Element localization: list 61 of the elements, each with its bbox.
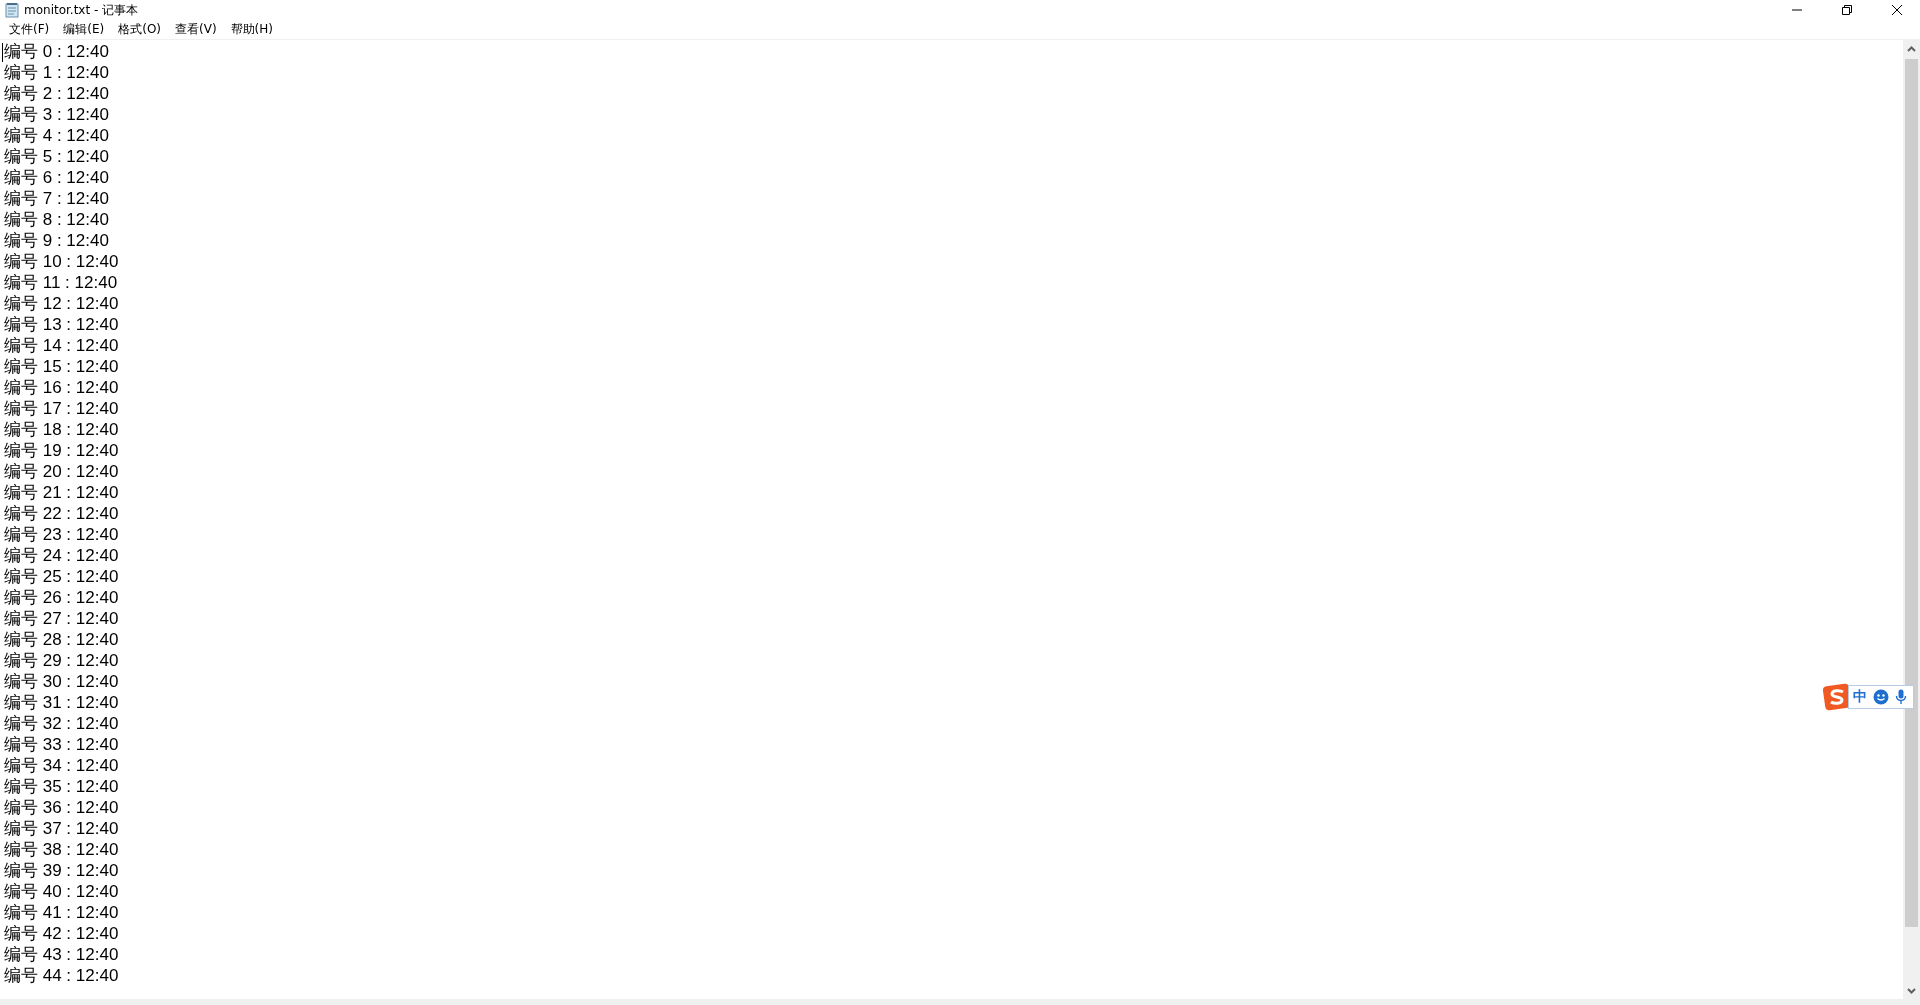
text-line: 编号 0 : 12:40 xyxy=(4,41,109,62)
text-line: 编号 27 : 12:40 xyxy=(4,608,119,629)
text-line: 编号 1 : 12:40 xyxy=(4,62,109,83)
text-line: 编号 31 : 12:40 xyxy=(4,692,119,713)
menu-item[interactable]: 查看(V) xyxy=(168,20,224,39)
text-line: 编号 8 : 12:40 xyxy=(4,209,109,230)
text-line: 编号 37 : 12:40 xyxy=(4,818,119,839)
text-line: 编号 35 : 12:40 xyxy=(4,776,119,797)
text-line: 编号 29 : 12:40 xyxy=(4,650,119,671)
text-line: 编号 22 : 12:40 xyxy=(4,503,119,524)
text-line: 编号 16 : 12:40 xyxy=(4,377,119,398)
text-line: 编号 19 : 12:40 xyxy=(4,440,119,461)
text-line: 编号 18 : 12:40 xyxy=(4,419,119,440)
text-line: 编号 21 : 12:40 xyxy=(4,482,119,503)
menu-item[interactable]: 帮助(H) xyxy=(223,20,280,39)
chevron-down-icon xyxy=(1907,987,1916,994)
text-line: 编号 13 : 12:40 xyxy=(4,314,119,335)
text-line: 编号 30 : 12:40 xyxy=(4,671,119,692)
text-line: 编号 40 : 12:40 xyxy=(4,881,119,902)
chevron-up-icon xyxy=(1907,45,1916,52)
close-icon xyxy=(1892,5,1902,15)
text-line: 编号 25 : 12:40 xyxy=(4,566,119,587)
menu-item[interactable]: 格式(O) xyxy=(111,20,169,39)
text-line: 编号 38 : 12:40 xyxy=(4,839,119,860)
text-line: 编号 32 : 12:40 xyxy=(4,713,119,734)
text-line: 编号 7 : 12:40 xyxy=(4,188,109,209)
menu-item[interactable]: 文件(F) xyxy=(2,20,57,39)
text-line: 编号 20 : 12:40 xyxy=(4,461,119,482)
text-line: 编号 23 : 12:40 xyxy=(4,524,119,545)
input-mode-toggle[interactable]: 中 xyxy=(1853,688,1867,706)
text-line: 编号 44 : 12:40 xyxy=(4,965,119,986)
menu-item[interactable]: 编辑(E) xyxy=(56,20,112,39)
text-line: 编号 6 : 12:40 xyxy=(4,167,109,188)
text-line: 编号 43 : 12:40 xyxy=(4,944,119,965)
text-line: 编号 42 : 12:40 xyxy=(4,923,119,944)
text-cursor xyxy=(2,43,3,62)
text-line: 编号 33 : 12:40 xyxy=(4,734,119,755)
text-line: 编号 2 : 12:40 xyxy=(4,83,109,104)
text-line: 编号 12 : 12:40 xyxy=(4,293,119,314)
text-line: 编号 34 : 12:40 xyxy=(4,755,119,776)
notepad-icon xyxy=(4,2,20,18)
scrollbar-thumb[interactable] xyxy=(1905,59,1918,927)
restore-icon xyxy=(1842,5,1852,15)
smiley-icon[interactable] xyxy=(1873,689,1889,705)
text-line: 编号 17 : 12:40 xyxy=(4,398,119,419)
text-line: 编号 3 : 12:40 xyxy=(4,104,109,125)
text-line: 编号 9 : 12:40 xyxy=(4,230,109,251)
text-line: 编号 14 : 12:40 xyxy=(4,335,119,356)
text-line: 编号 24 : 12:40 xyxy=(4,545,119,566)
text-line: 编号 15 : 12:40 xyxy=(4,356,119,377)
text-line: 编号 26 : 12:40 xyxy=(4,587,119,608)
window-title: monitor.txt - 记事本 xyxy=(24,1,140,19)
microphone-icon[interactable] xyxy=(1895,689,1907,705)
text-line: 编号 28 : 12:40 xyxy=(4,629,119,650)
text-line: 编号 4 : 12:40 xyxy=(4,125,109,146)
text-line: 编号 39 : 12:40 xyxy=(4,860,119,881)
text-line: 编号 5 : 12:40 xyxy=(4,146,109,167)
text-line: 编号 11 : 12:40 xyxy=(4,272,118,293)
text-line: 编号 36 : 12:40 xyxy=(4,797,119,818)
text-line: 编号 10 : 12:40 xyxy=(4,251,119,272)
text-line: 编号 41 : 12:40 xyxy=(4,902,119,923)
